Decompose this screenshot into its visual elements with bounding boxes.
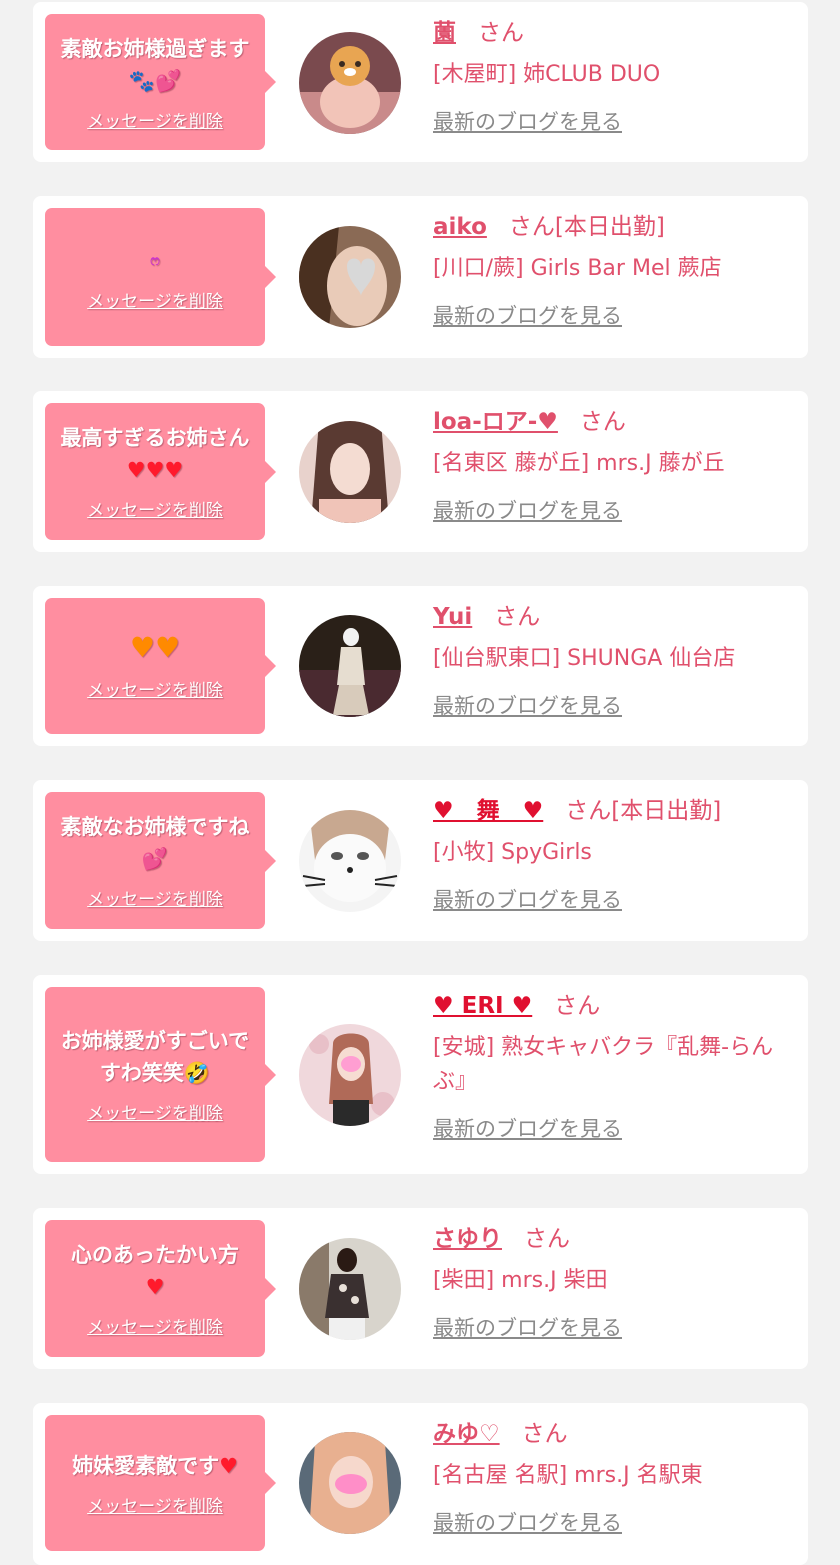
avatar[interactable] xyxy=(299,1024,401,1126)
message-text: 姉妹愛素敵です♥ xyxy=(72,1453,238,1478)
message-bubble: お姉様愛がすごいですわ笑笑🤣 メッセージを削除 xyxy=(45,987,276,1162)
message-text: 素敵なお姉様ですね💕 xyxy=(60,815,250,871)
san-label: さん xyxy=(521,1421,568,1447)
profile-name-link[interactable]: 薗 xyxy=(433,20,456,46)
profile-info: aiko さん[本日出勤] [川口/蕨] Girls Bar Mel 蕨店 最新の… xyxy=(433,210,794,330)
blog-link[interactable]: 最新のブログを見る xyxy=(433,1312,622,1342)
list-item: お姉様愛がすごいですわ笑笑🤣 メッセージを削除 ♥ ERI ♥ さん [安城] 熟… xyxy=(33,975,808,1174)
profile-info: loa-ロア-♥ さん [名東区 藤が丘] mrs.J 藤が丘 最新のブログを見る xyxy=(433,405,794,525)
avatar[interactable] xyxy=(299,421,401,523)
san-label: さん xyxy=(554,993,601,1019)
message-text: 心のあったかい方 ♥ xyxy=(71,1243,239,1299)
san-label: さん xyxy=(579,409,626,435)
san-label: さん xyxy=(478,20,524,46)
profile-name-link[interactable]: Yui xyxy=(433,604,472,630)
list-item: 姉妹愛素敵です♥ メッセージを削除 みゆ♡ さん [名古屋 名駅] mrs.J 名… xyxy=(33,1403,808,1565)
message-text: 素敵お姉様過ぎます🐾💕 xyxy=(60,36,250,93)
list-item: 素敵なお姉様ですね💕 メッセージを削除 ♥ 舞 ♥ さん[本日出勤] [小牧] S… xyxy=(33,780,808,941)
shop-name: [仙台駅東口] SHUNGA 仙台店 xyxy=(433,646,736,671)
blog-link[interactable]: 最新のブログを見る xyxy=(433,300,622,330)
message-bubble: 素敵なお姉様ですね💕 メッセージを削除 xyxy=(45,792,276,929)
list-item: 素敵お姉様過ぎます🐾💕 メッセージを削除 薗さん [木屋町] 姉CLUB DUO… xyxy=(33,2,808,162)
status-badge: [本日出勤] xyxy=(554,214,665,240)
delete-message-button[interactable]: メッセージを削除 xyxy=(87,1492,223,1517)
list-item: 心のあったかい方 ♥ メッセージを削除 さゆり さん [柴田] mrs.J 柴田 最… xyxy=(33,1208,808,1369)
profile-info: Yui さん [仙台駅東口] SHUNGA 仙台店 最新のブログを見る xyxy=(433,600,794,720)
profile-info: みゆ♡ さん [名古屋 名駅] mrs.J 名駅東 最新のブログを見る xyxy=(433,1417,794,1537)
message-text: お姉様愛がすごいですわ笑笑🤣 xyxy=(60,1029,250,1085)
delete-message-button[interactable]: メッセージを削除 xyxy=(87,676,223,701)
avatar[interactable] xyxy=(299,32,401,134)
message-text: ෆ xyxy=(150,253,160,269)
san-label: さん xyxy=(494,604,541,630)
avatar[interactable] xyxy=(299,1432,401,1534)
blog-link[interactable]: 最新のブログを見る xyxy=(433,690,622,720)
list-item: ෆ メッセージを削除 aiko さん[本日出勤] [川口/蕨] Girls Bar… xyxy=(33,196,808,358)
profile-name-link[interactable]: aiko xyxy=(433,214,487,240)
shop-name: [名古屋 名駅] mrs.J 名駅東 xyxy=(433,1463,703,1488)
profile-info: さゆり さん [柴田] mrs.J 柴田 最新のブログを見る xyxy=(433,1222,794,1342)
delete-message-button[interactable]: メッセージを削除 xyxy=(87,287,223,312)
delete-message-button[interactable]: メッセージを削除 xyxy=(87,107,223,132)
profile-info: ♥ ERI ♥ さん [安城] 熟女キャバクラ『乱舞-らんぶ』 最新のブログを見る xyxy=(433,989,794,1143)
shop-name: [名東区 藤が丘] mrs.J 藤が丘 xyxy=(433,451,725,476)
avatar[interactable] xyxy=(299,226,401,328)
list-item: 最高すぎるお姉さん♥♥♥ メッセージを削除 loa-ロア-♥ さん [名東区 藤が… xyxy=(33,391,808,552)
delete-message-button[interactable]: メッセージを削除 xyxy=(87,1313,223,1338)
profile-name-link[interactable]: ♥ ERI ♥ xyxy=(433,993,532,1019)
message-bubble: 心のあったかい方 ♥ メッセージを削除 xyxy=(45,1220,276,1357)
message-bubble: 姉妹愛素敵です♥ メッセージを削除 xyxy=(45,1415,276,1551)
san-label: さん xyxy=(524,1226,570,1252)
list-item: ♥♥ メッセージを削除 Yui さん [仙台駅東口] SHUNGA 仙台店 最新の… xyxy=(33,586,808,746)
message-bubble: ෆ メッセージを削除 xyxy=(45,208,276,346)
status-badge: [本日出勤] xyxy=(611,798,722,824)
shop-name: [安城] 熟女キャバクラ『乱舞-らんぶ』 xyxy=(433,1035,774,1094)
profile-info: ♥ 舞 ♥ さん[本日出勤] [小牧] SpyGirls 最新のブログを見る xyxy=(433,794,794,914)
profile-name-link[interactable]: さゆり xyxy=(433,1226,502,1252)
profile-info: 薗さん [木屋町] 姉CLUB DUO 最新のブログを見る xyxy=(433,16,794,136)
message-bubble: ♥♥ メッセージを削除 xyxy=(45,598,276,734)
avatar[interactable] xyxy=(299,1238,401,1340)
blog-link[interactable]: 最新のブログを見る xyxy=(433,1113,622,1143)
profile-name-link[interactable]: みゆ♡ xyxy=(433,1421,500,1447)
profile-name-link[interactable]: ♥ 舞 ♥ xyxy=(433,798,543,824)
blog-link[interactable]: 最新のブログを見る xyxy=(433,106,622,136)
avatar[interactable] xyxy=(299,810,401,912)
shop-name: [小牧] SpyGirls xyxy=(433,840,592,865)
message-text: 最高すぎるお姉さん♥♥♥ xyxy=(60,426,250,482)
blog-link[interactable]: 最新のブログを見る xyxy=(433,1507,622,1537)
profile-name-link[interactable]: loa-ロア-♥ xyxy=(433,409,558,435)
san-label: さん xyxy=(565,798,612,824)
delete-message-button[interactable]: メッセージを削除 xyxy=(87,885,223,910)
blog-link[interactable]: 最新のブログを見る xyxy=(433,884,622,914)
avatar[interactable] xyxy=(299,615,401,717)
message-bubble: 最高すぎるお姉さん♥♥♥ メッセージを削除 xyxy=(45,403,276,540)
delete-message-button[interactable]: メッセージを削除 xyxy=(87,496,223,521)
san-label: さん xyxy=(508,214,555,240)
delete-message-button[interactable]: メッセージを削除 xyxy=(87,1099,223,1124)
message-text: ♥♥ xyxy=(129,630,181,664)
shop-name: [木屋町] 姉CLUB DUO xyxy=(433,62,661,87)
shop-name: [柴田] mrs.J 柴田 xyxy=(433,1268,608,1293)
shop-name: [川口/蕨] Girls Bar Mel 蕨店 xyxy=(433,256,722,281)
blog-link[interactable]: 最新のブログを見る xyxy=(433,495,622,525)
message-bubble: 素敵お姉様過ぎます🐾💕 メッセージを削除 xyxy=(45,14,276,150)
